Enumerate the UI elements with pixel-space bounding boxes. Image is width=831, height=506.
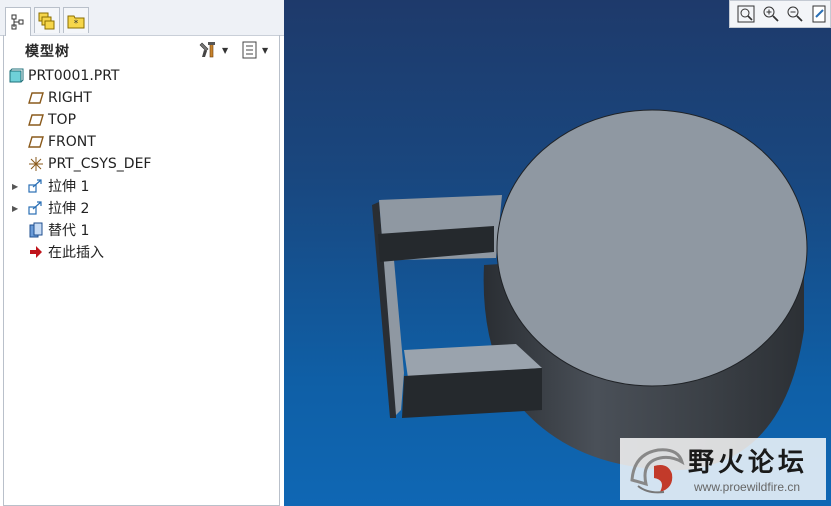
- model-tree-title: 模型树: [25, 44, 70, 60]
- datum-plane-icon: [28, 112, 44, 128]
- repaint-button[interactable]: [810, 3, 831, 25]
- repaint-icon: [812, 5, 826, 23]
- watermark-logo: [630, 448, 685, 494]
- favorites-folder-icon: *: [67, 15, 85, 29]
- zoom-in-icon: [763, 6, 779, 22]
- watermark-url: www.proewildfire.cn: [694, 480, 801, 494]
- tools-icon: [199, 42, 215, 58]
- tree-show-button[interactable]: ▼: [241, 40, 277, 60]
- insert-here-arrow-icon: [28, 244, 44, 260]
- datum-plane-icon: [28, 90, 44, 106]
- tree-item-label: 替代 1: [48, 223, 90, 239]
- tree-item-label: PRT_CSYS_DEF: [48, 156, 152, 172]
- view-toolbar: [729, 0, 831, 28]
- tree-item-label: RIGHT: [48, 90, 92, 106]
- tree-item-label: 拉伸 2: [48, 201, 90, 217]
- model-tree-header: 模型树 ▼ ▼: [3, 35, 280, 65]
- watermark-title: 野火论坛: [688, 448, 809, 478]
- cylinder-top-face: [496, 109, 808, 387]
- tree-item-label: PRT0001.PRT: [28, 68, 120, 84]
- tree-item-front[interactable]: FRONT: [28, 131, 96, 153]
- substitute-icon: [28, 222, 44, 238]
- expand-extrude-1[interactable]: ▶: [12, 175, 20, 197]
- tree-item-substitute[interactable]: 替代 1: [28, 219, 89, 241]
- zoom-out-icon: [787, 6, 803, 22]
- tab-layers[interactable]: [34, 7, 60, 33]
- tab-favorites[interactable]: *: [63, 7, 89, 33]
- tree-item-extrude-2[interactable]: 拉伸 2: [28, 197, 89, 219]
- layers-icon: [38, 12, 55, 29]
- expand-extrude-2[interactable]: ▶: [12, 197, 20, 219]
- tree-item-label: TOP: [48, 112, 77, 128]
- tree-item-top[interactable]: TOP: [28, 109, 76, 131]
- csys-icon: [28, 156, 44, 172]
- tree-item-label: FRONT: [48, 134, 96, 150]
- tree-settings-button[interactable]: ▼: [199, 40, 233, 60]
- tab-model-tree[interactable]: [5, 7, 31, 36]
- tree-item-part[interactable]: PRT0001.PRT: [8, 65, 120, 87]
- tree-item-right[interactable]: RIGHT: [28, 87, 92, 109]
- tree-item-label: 在此插入: [48, 245, 104, 261]
- zoom-in-button[interactable]: [761, 3, 782, 25]
- extrude-icon: [28, 178, 44, 194]
- svg-text:*: *: [74, 19, 79, 29]
- refit-icon: [737, 5, 755, 23]
- refit-button[interactable]: [736, 3, 757, 25]
- tree-item-label: 拉伸 1: [48, 179, 90, 195]
- datum-plane-icon: [28, 134, 44, 150]
- tree-item-extrude-1[interactable]: 拉伸 1: [28, 175, 89, 197]
- watermark: 野火论坛 www.proewildfire.cn: [620, 438, 826, 500]
- navigator-tabs: *: [0, 0, 284, 36]
- zoom-out-button[interactable]: [785, 3, 806, 25]
- tree-item-insert-here[interactable]: 在此插入: [28, 241, 104, 263]
- graphics-viewport[interactable]: [284, 0, 831, 506]
- part-icon: [8, 68, 24, 84]
- chevron-down-icon: ▼: [222, 45, 229, 55]
- model-tree-icon: [11, 14, 24, 30]
- left-panel: * 模型树 ▼ ▼ PRT0001.PRT RIGHT TOP FRONT PR…: [0, 0, 284, 506]
- extrude-icon: [28, 200, 44, 216]
- list-icon: [242, 41, 257, 59]
- tree-item-csys[interactable]: PRT_CSYS_DEF: [28, 153, 151, 175]
- 3d-model[interactable]: [284, 0, 831, 506]
- tab-lower-front: [402, 368, 542, 418]
- chevron-down-icon: ▼: [262, 45, 269, 55]
